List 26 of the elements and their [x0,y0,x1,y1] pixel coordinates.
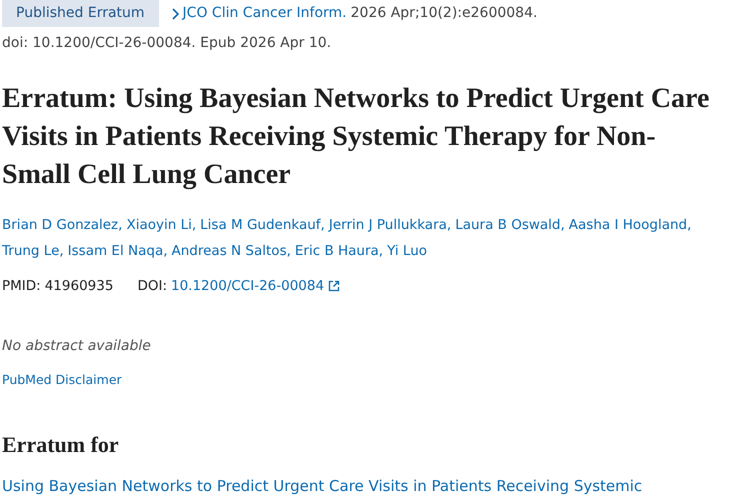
doi-text: doi: 10.1200/CCI-26-00084. Epub 2026 Apr 10. [2,34,332,53]
author-link[interactable]: Aasha I Hoogland, [568,212,692,238]
author-link[interactable]: Jerrin J Pullukkara, [328,212,452,238]
author-link[interactable]: Trung Le, [2,238,64,264]
chevron-icon [170,8,179,20]
journal-link[interactable]: JCO Clin Cancer Inform. [170,3,347,24]
author-link[interactable]: Yi Luo [387,238,428,264]
author-link[interactable]: Xiaoyin Li, [126,212,196,238]
pmid-label: PMID: [2,277,41,296]
author-link[interactable]: Andreas N Saltos, [172,238,291,264]
author-link[interactable]: Issam El Naqa, [68,238,168,264]
article-type-badge: Published Erratum [2,0,159,27]
author-link[interactable]: Lisa M Gudenkauf, [200,212,325,238]
related-article-link[interactable]: Using Bayesian Networks to Predict Urgent Care Visits in Patients Receiving Systemic [2,475,642,498]
author-link[interactable]: Laura B Oswald, [455,212,565,238]
article-title: Erratum: Using Bayesian Networks to Predict Urgent Care Visits in Patients Receiving Systemic Therapy for Non-Small Cell Lung Cancer [2,82,710,192]
disclaimer-link[interactable]: PubMed Disclaimer [2,371,122,390]
pmid-value: 41960935 [44,277,114,296]
doi-label: DOI: [137,277,167,296]
external-link-icon [328,280,340,292]
author-link[interactable]: Brian D Gonzalez, [2,212,122,238]
author-link[interactable]: Eric B Haura, [294,238,384,264]
no-abstract-note: No abstract available [2,337,152,356]
section-heading: Erratum for [2,431,120,459]
doi-link[interactable]: 10.1200/CCI-26-00084 [171,276,340,296]
citation-text: 2026 Apr;10(2):e2600084. [350,4,538,23]
